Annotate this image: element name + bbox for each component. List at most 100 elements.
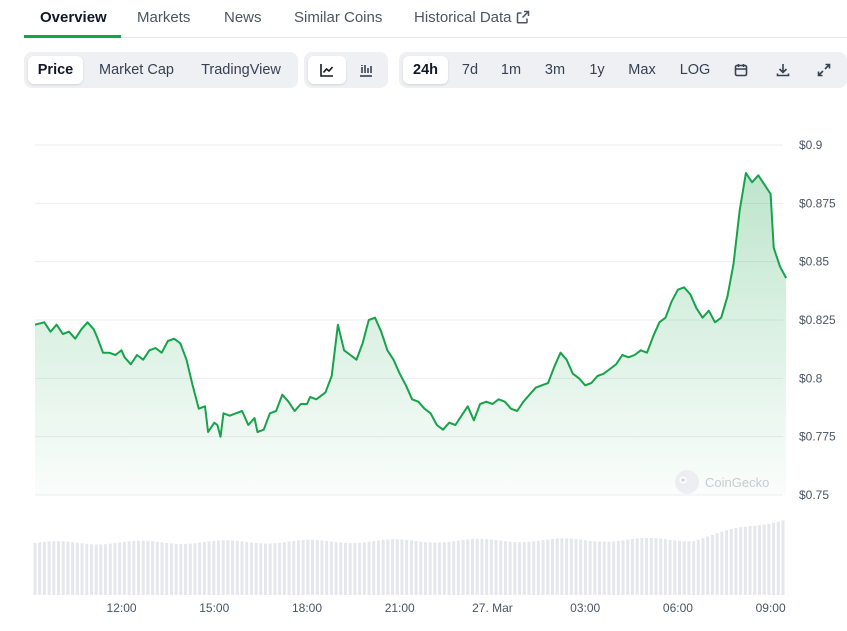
volume-bar (640, 538, 644, 595)
tab-overview[interactable]: Overview (40, 9, 107, 26)
volume-bar (574, 539, 578, 595)
volume-bar (485, 539, 489, 595)
volume-bar (268, 543, 272, 595)
tab-markets[interactable]: Markets (137, 9, 190, 26)
volume-bar (757, 525, 761, 595)
volume-bar (471, 539, 475, 595)
x-axis: 12:00 15:00 18:00 21:00 27. Mar 03:00 06:00 09:… (107, 601, 786, 615)
volume-bar (748, 526, 752, 595)
volume-bar (179, 544, 183, 595)
volume-bar (555, 538, 559, 595)
active-tab-indicator (24, 35, 121, 38)
volume-bar (682, 541, 686, 595)
volume-bar (94, 544, 98, 595)
volume-bar (61, 541, 65, 595)
volume-bar (626, 539, 630, 595)
tab-news[interactable]: News (224, 9, 262, 26)
volume-bar (466, 539, 470, 595)
volume-bar (287, 541, 291, 595)
volume-bar (343, 542, 347, 595)
volume-bar (668, 539, 672, 595)
volume-bar (311, 539, 315, 595)
volume-bar (226, 540, 230, 595)
range-1m-button[interactable]: 1m (493, 56, 529, 84)
volume-bar (518, 542, 522, 595)
volume-bar (405, 539, 409, 595)
range-3m-button[interactable]: 3m (536, 56, 574, 84)
volume-bar (781, 520, 785, 595)
volume-bar (489, 539, 493, 595)
volume-bar (400, 539, 404, 595)
tab-historical-data[interactable]: Historical Data (414, 9, 530, 26)
price-chart[interactable]: CoinGecko $0.9 $0.875 $0.85 $0.825 $0.8 $0.77… (0, 120, 847, 631)
volume-bar (339, 542, 343, 595)
y-tick-label: $0.875 (799, 196, 836, 210)
top-tabs: Overview Markets News Similar Coins Hist… (24, 0, 847, 38)
calendar-button[interactable] (723, 56, 759, 84)
range-max-button[interactable]: Max (621, 56, 663, 84)
external-link-icon (516, 10, 529, 24)
candlestick-chart-button[interactable] (347, 56, 385, 84)
volume-bar (442, 542, 446, 595)
tab-similar-coins[interactable]: Similar Coins (294, 9, 382, 26)
volume-bar (38, 542, 42, 595)
volume-bar (607, 541, 611, 595)
volume-bar (414, 541, 418, 595)
volume-bar (329, 541, 333, 595)
volume-bar (692, 541, 696, 595)
volume-bar (480, 538, 484, 595)
volume-bar (494, 540, 498, 595)
volume-bar (659, 538, 663, 595)
volume-bar (621, 540, 625, 595)
volume-bar (743, 526, 747, 595)
line-chart-button[interactable] (308, 56, 346, 84)
volume-bar (612, 541, 616, 595)
download-button[interactable] (765, 56, 801, 84)
x-tick-label: 27. Mar (472, 601, 513, 615)
range-7d-button[interactable]: 7d (452, 56, 488, 84)
volume-bar (767, 523, 771, 595)
market-cap-button[interactable]: Market Cap (89, 56, 184, 84)
volume-bar (259, 543, 263, 595)
volume-bar (452, 541, 456, 595)
volume-bar (348, 543, 352, 595)
log-scale-button[interactable]: LOG (671, 56, 719, 84)
volume-bar (541, 540, 545, 595)
volume-bar (249, 542, 253, 595)
volume-bar (419, 541, 423, 595)
fullscreen-button[interactable] (806, 56, 842, 84)
volume-bar (221, 540, 225, 595)
volume-bar (395, 539, 399, 595)
chart-style-switch (304, 52, 388, 88)
volume-bar (118, 542, 122, 595)
y-axis: $0.9 $0.875 $0.85 $0.825 $0.8 $0.775 $0.75 (799, 138, 836, 502)
volume-bar (461, 539, 465, 595)
volume-bar (132, 540, 136, 595)
calendar-icon (734, 64, 748, 77)
volume-bar (616, 540, 620, 595)
volume-bar (202, 542, 206, 595)
volume-bar (99, 544, 103, 595)
volume-bar (207, 541, 211, 595)
volume-bar (593, 541, 597, 595)
volume-bar (372, 541, 376, 595)
volume-bars (33, 520, 785, 595)
volume-bar (47, 541, 51, 595)
volume-bar (273, 543, 277, 595)
volume-bar (456, 540, 460, 595)
volume-bar (122, 541, 126, 595)
volume-bar (776, 521, 780, 595)
price-button[interactable]: Price (28, 56, 83, 84)
volume-bar (325, 540, 329, 595)
range-1y-button[interactable]: 1y (580, 56, 614, 84)
volume-bar (602, 541, 606, 595)
x-tick-label: 15:00 (199, 601, 229, 615)
volume-bar (687, 541, 691, 595)
volume-bar (146, 540, 150, 595)
volume-bar (569, 538, 573, 595)
volume-bar (52, 541, 56, 595)
range-24h-button[interactable]: 24h (403, 56, 448, 84)
tradingview-button[interactable]: TradingView (190, 56, 292, 84)
volume-bar (301, 539, 305, 595)
volume-bar (104, 544, 108, 595)
